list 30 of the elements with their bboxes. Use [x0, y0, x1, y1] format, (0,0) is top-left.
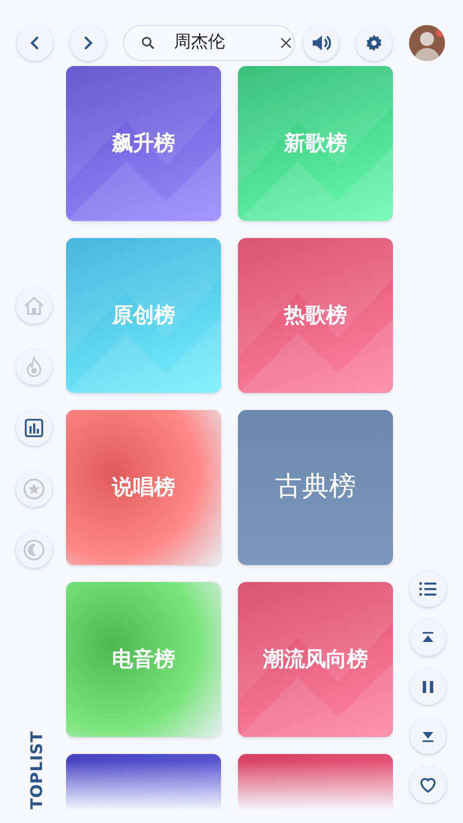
volume-button[interactable]	[303, 25, 339, 61]
like-button[interactable]	[410, 767, 446, 803]
search-input[interactable]: 周杰伦	[174, 30, 260, 56]
scroll-bottom-button[interactable]	[410, 718, 446, 754]
pause-button[interactable]	[410, 669, 446, 705]
chart-card[interactable]: 说唱榜	[66, 410, 221, 565]
back-button[interactable]	[17, 25, 53, 61]
section-label: TOPLIST	[26, 730, 47, 809]
home-icon	[22, 294, 46, 318]
chart-icon	[23, 417, 45, 439]
chart-card[interactable]: 新歌榜	[238, 66, 393, 221]
chart-card[interactable]: 原创榜	[66, 238, 221, 393]
chart-card[interactable]: 飙升榜	[66, 66, 221, 221]
scroll-top-button[interactable]	[410, 620, 446, 656]
heart-icon	[418, 775, 438, 795]
playlist-button[interactable]	[410, 571, 446, 607]
chart-card[interactable]: 热歌榜	[238, 238, 393, 393]
close-icon	[278, 35, 294, 51]
forward-button[interactable]	[70, 25, 106, 61]
clear-button[interactable]	[278, 35, 294, 51]
avatar[interactable]	[409, 25, 445, 61]
search-icon	[140, 35, 156, 51]
settings-button[interactable]	[356, 25, 392, 61]
chart-card[interactable]: 潮流风向榜	[238, 582, 393, 737]
moon-icon	[22, 538, 46, 562]
search-field[interactable]: 周杰伦	[123, 25, 295, 61]
chart-card[interactable]: 古典榜	[238, 410, 393, 565]
settings-icon	[365, 34, 383, 52]
nav-button[interactable]	[16, 410, 52, 446]
chart-card[interactable]: 电音榜	[66, 582, 221, 737]
